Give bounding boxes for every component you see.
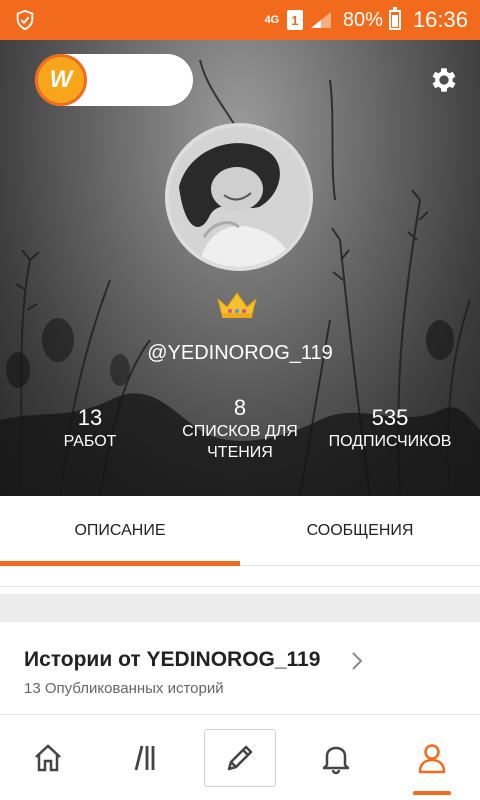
followers-label: ПОДПИСЧИКОВ: [328, 433, 452, 450]
bottom-navigation: [0, 714, 480, 800]
nav-library[interactable]: [96, 715, 192, 800]
sim-indicator: 1: [286, 10, 303, 30]
gear-icon[interactable]: [428, 64, 460, 96]
stories-count: 13 Опубликованных историй: [24, 680, 224, 697]
wattpad-toggle[interactable]: W: [35, 54, 193, 106]
signal-icon: [310, 12, 331, 28]
reading-lists-count: 8: [233, 395, 247, 420]
clock: 16:36: [412, 7, 468, 32]
username: @YEDINOROG_119: [147, 342, 333, 364]
wattpad-logo-icon: W: [35, 54, 87, 106]
section-separator: [0, 594, 480, 622]
works-count: 13: [77, 405, 103, 430]
chevron-right-icon: [352, 652, 363, 670]
logo-letter: W: [49, 66, 73, 93]
nav-profile[interactable]: [384, 715, 480, 800]
battery-icon: [388, 7, 401, 30]
crown-icon: [217, 292, 257, 318]
stat-followers[interactable]: 535 ПОДПИСЧИКОВ: [318, 405, 462, 452]
followers-count: 535: [371, 405, 409, 430]
stories-title: Истории от YEDINOROG_119: [24, 648, 321, 671]
bell-icon: [322, 746, 350, 775]
tab-about[interactable]: ОПИСАНИЕ: [0, 496, 240, 566]
divider: [0, 586, 480, 587]
works-label: РАБОТ: [63, 433, 117, 450]
tab-messages[interactable]: СООБЩЕНИЯ: [240, 496, 480, 566]
network-type: 4G: [264, 14, 280, 26]
nav-write[interactable]: [192, 715, 288, 800]
profile-icon: [418, 744, 446, 774]
profile-tabs: ОПИСАНИЕ СООБЩЕНИЯ: [0, 496, 480, 566]
pencil-icon: [227, 745, 253, 771]
battery-percent: 80%: [342, 8, 383, 31]
active-nav-indicator: [413, 791, 451, 795]
stat-works[interactable]: 13 РАБОТ: [40, 405, 140, 452]
profile-header: W @YEDINOROG_119 13 РАБОТ 8 СПИСКОВ ДЛЯ …: [0, 40, 480, 496]
avatar[interactable]: [165, 123, 313, 271]
active-tab-indicator: [0, 561, 240, 566]
nav-notifications[interactable]: [288, 715, 384, 800]
stat-reading-lists[interactable]: 8 СПИСКОВ ДЛЯ ЧТЕНИЯ: [160, 395, 320, 463]
avatar-image: [169, 127, 309, 267]
stories-section[interactable]: Истории от YEDINOROG_119 13 Опубликованн…: [0, 622, 480, 714]
write-button[interactable]: [204, 729, 276, 787]
reading-lists-label: СПИСКОВ ДЛЯ ЧТЕНИЯ: [182, 423, 298, 461]
status-bar: 4G 1 80% 16:36: [0, 0, 480, 40]
shield-check-icon: [16, 9, 34, 31]
library-icon: [134, 745, 155, 771]
home-icon: [35, 744, 61, 772]
nav-home[interactable]: [0, 715, 96, 800]
